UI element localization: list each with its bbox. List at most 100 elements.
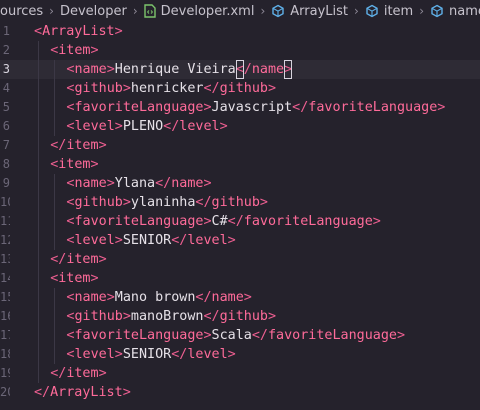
tag-bracket: > xyxy=(122,385,131,400)
indent-guide xyxy=(38,98,39,117)
line-number: 1 xyxy=(2,24,10,38)
chevron-right-icon: › xyxy=(260,4,266,18)
tag-bracket: > xyxy=(106,176,115,191)
element-value: Scala xyxy=(211,328,252,343)
line-number: 7 xyxy=(2,138,10,152)
tag-bracket: > xyxy=(259,195,268,210)
line-number: 13 xyxy=(0,252,10,266)
indent-guide xyxy=(54,212,56,231)
breadcrumb-item-arraylist[interactable]: ArrayList xyxy=(271,4,348,19)
tag-bracket: > xyxy=(98,138,107,153)
tag-bracket: > xyxy=(122,81,131,96)
line-number: 18 xyxy=(0,347,10,361)
tag-bracket: / xyxy=(171,119,180,134)
indent-guide xyxy=(38,326,39,345)
breadcrumb: ources › Developer › Developer.xml › Arr… xyxy=(0,0,480,22)
code-line[interactable]: 12<level>SENIOR</level> xyxy=(0,231,480,250)
code-content: < item > xyxy=(50,155,98,174)
breadcrumb-item-sources[interactable]: ources xyxy=(0,4,43,19)
breadcrumb-label: ources xyxy=(0,3,44,19)
tag-bracket: > xyxy=(284,60,293,79)
tag-bracket: < xyxy=(66,195,75,210)
breadcrumb-item-item[interactable]: item xyxy=(365,4,413,19)
breadcrumb-label: name xyxy=(449,3,480,19)
code-line[interactable]: 19 </item> xyxy=(0,364,480,383)
tag-bracket: < xyxy=(203,309,212,324)
indent-guide xyxy=(54,307,56,326)
code-content: < favoriteLanguage > C# < / favoriteLanguage > xyxy=(66,212,380,231)
code-content: < favoriteLanguage > Javascript < / favoriteLa… xyxy=(66,98,445,117)
code-line[interactable]: 17<favoriteLanguage>Scala</favoriteLangu… xyxy=(0,326,480,345)
tag-bracket: < xyxy=(66,309,75,324)
line-number: 16 xyxy=(0,309,10,323)
tag-name: github xyxy=(74,195,123,210)
line-number: 9 xyxy=(2,176,10,190)
indent-guide xyxy=(38,269,39,288)
line-number: 12 xyxy=(0,233,10,247)
code-content: </item > xyxy=(50,136,106,155)
tag-bracket: > xyxy=(227,233,236,248)
element-value: Henrique Vieira xyxy=(114,62,236,77)
indent-guide xyxy=(38,117,39,136)
code-line[interactable]: 13 </item> xyxy=(0,250,480,269)
code-line[interactable]: 18<level>SENIOR</level> xyxy=(0,345,480,364)
tag-bracket: < xyxy=(66,119,75,134)
indent-guide xyxy=(38,60,39,79)
tag-bracket: </ xyxy=(50,138,67,153)
tag-name: favoriteLanguage xyxy=(74,328,204,343)
tag-name: github xyxy=(211,195,260,210)
tag-name: item xyxy=(66,366,99,381)
indent-guide xyxy=(54,174,56,193)
tag-name: item xyxy=(66,252,99,267)
tag-bracket: > xyxy=(267,309,277,324)
code-line[interactable]: 15<name>Mano brown</name> xyxy=(0,288,480,307)
chevron-right-icon: › xyxy=(419,4,425,18)
code-line[interactable]: 2 < item > xyxy=(0,41,480,60)
code-line[interactable]: 3 < name > Henrique Vieira < / name > xyxy=(0,60,480,79)
code-line[interactable]: 4 < github > henricker < / github > xyxy=(0,79,480,98)
indent-guide xyxy=(38,136,39,155)
tag-name: favoriteLanguage xyxy=(74,214,204,229)
code-line[interactable]: 10<github>ylaninha</github> xyxy=(0,193,480,212)
element-value: Ylana xyxy=(114,176,156,191)
breadcrumb-item-developer[interactable]: Developer xyxy=(60,4,127,19)
line-number: 19 xyxy=(0,366,10,380)
tag-bracket: > xyxy=(219,119,228,134)
tag-bracket: / xyxy=(211,81,220,96)
tag-name: name xyxy=(211,290,244,305)
indent-guide xyxy=(54,79,56,98)
tag-bracket: < xyxy=(66,328,75,343)
tag-name: name xyxy=(171,176,204,191)
indent-guide xyxy=(38,155,39,174)
code-line[interactable]: 8 < item > xyxy=(0,155,480,174)
code-line[interactable]: 9 < name > Ylana < / name > xyxy=(0,174,480,193)
tag-bracket: < xyxy=(66,290,75,305)
code-line[interactable]: 20 </ArrayList> xyxy=(0,383,480,402)
line-number: 3 xyxy=(2,62,10,76)
tag-bracket: > xyxy=(243,290,252,305)
code-line[interactable]: 5 < favoriteLanguage > Javascript < / favoriteL… xyxy=(0,98,480,117)
code-line[interactable]: 14 <item> xyxy=(0,269,480,288)
tag-bracket: > xyxy=(90,43,99,58)
code-editor[interactable]: 1 < ArrayList >2 < item >3 < name > Henrique Vieir… xyxy=(0,22,480,410)
breadcrumb-item-file[interactable]: Developer.xml xyxy=(143,4,254,19)
tag-bracket: > xyxy=(372,214,381,229)
indent-guide xyxy=(54,117,56,136)
tag-bracket: > xyxy=(114,119,123,134)
indent-guide xyxy=(38,193,39,212)
tag-bracket: / xyxy=(179,233,188,248)
code-line[interactable]: 11<favoriteLanguage>C#</favoriteLanguage… xyxy=(0,212,480,231)
code-content: < item > xyxy=(50,41,98,60)
element-icon xyxy=(366,4,378,18)
indent-guide xyxy=(38,212,39,231)
tag-bracket: > xyxy=(203,100,212,115)
tag-bracket: > xyxy=(114,233,123,248)
element-icon xyxy=(431,4,443,18)
code-line[interactable]: 6 < level > PLENO < / level > xyxy=(0,117,480,136)
code-line[interactable]: 16<github>manoBrown</github> xyxy=(0,307,480,326)
breadcrumb-item-name[interactable]: name xyxy=(430,4,480,19)
code-line[interactable]: 1 < ArrayList > xyxy=(0,22,480,41)
code-line[interactable]: 7 </item > xyxy=(0,136,480,155)
tag-bracket: < xyxy=(50,43,59,58)
tag-bracket: < xyxy=(66,347,75,362)
